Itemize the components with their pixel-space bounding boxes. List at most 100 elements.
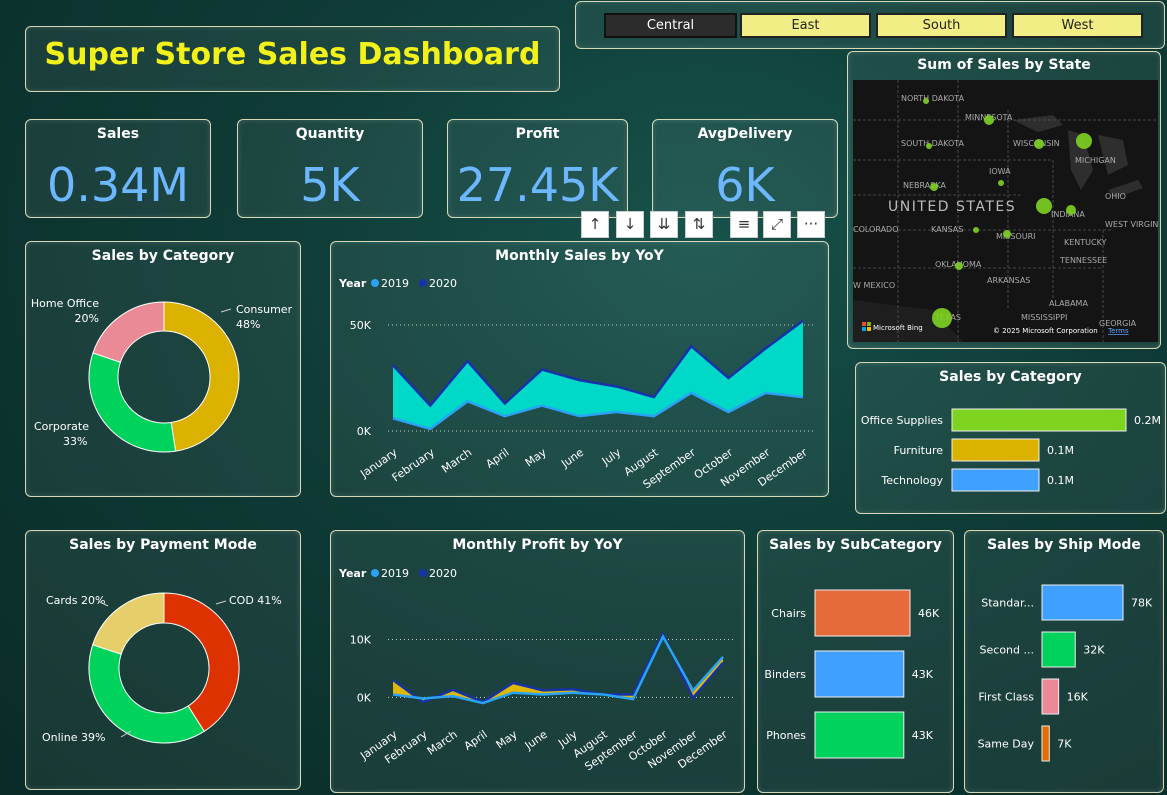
bar[interactable] [814, 650, 905, 698]
state-sales-bubble[interactable] [926, 143, 932, 149]
bar-value-label: 0.2M [1134, 414, 1161, 427]
state-sales-bubble[interactable] [955, 262, 963, 270]
map-attribution: Microsoft Bing [873, 324, 923, 332]
arrow-down-icon[interactable]: ↓ [616, 211, 644, 238]
donut-slice[interactable] [88, 352, 177, 453]
bar[interactable] [814, 589, 911, 637]
kpi-label: Profit [515, 126, 560, 142]
y-tick: 0K [357, 425, 372, 438]
donut-pct-consumer: 48% [236, 318, 260, 331]
state-sales-bubble[interactable] [923, 98, 929, 104]
legend-item[interactable]: 2020 [429, 567, 457, 580]
state-sales-bubble[interactable] [1003, 230, 1011, 238]
slicer-option-west[interactable]: West [1012, 13, 1143, 38]
ship-mode-bar-chart: Standar... 78K Second ... 32K First Class 16K… [978, 584, 1153, 762]
map-place-label: W MEXICO [853, 281, 895, 290]
map-place-label: ALABAMA [1049, 299, 1088, 308]
legend-title: Year [338, 277, 367, 290]
bar[interactable] [951, 408, 1127, 432]
legend-item[interactable]: 2020 [429, 277, 457, 290]
bar-value-label: 0.1M [1047, 444, 1074, 457]
kpi-value: 5K [300, 158, 360, 212]
dashboard-title: Super Store Sales Dashboard [44, 37, 541, 72]
bar-value-label: 32K [1083, 644, 1105, 657]
arrow-up-icon[interactable]: ↑ [581, 211, 609, 238]
more-options-icon[interactable]: ··· [797, 211, 825, 238]
sales-map[interactable]: NORTH DAKOTAMINNESOTASOUTH DAKOTAWISCONS… [853, 80, 1158, 342]
donut-slice[interactable] [163, 301, 240, 452]
state-sales-bubble[interactable] [1036, 198, 1052, 214]
x-tick: July [599, 446, 624, 469]
donut-slice[interactable] [88, 644, 205, 744]
bar-category-label: First Class [978, 691, 1034, 704]
bar-value-label: 43K [912, 729, 934, 742]
filter-icon[interactable]: ≡ [730, 211, 758, 238]
state-sales-bubble[interactable] [973, 227, 979, 233]
slicer-option-east[interactable]: East [740, 13, 871, 38]
map-place-label: MISSISSIPPI [1021, 313, 1067, 322]
category-donut-chart: Consumer 48% Home Office 20% Corporate 33% [31, 297, 293, 453]
bar[interactable] [1041, 678, 1060, 715]
legend-dot [419, 569, 427, 577]
bar[interactable] [951, 468, 1040, 492]
kpi-card-quantity: Quantity 5K [237, 119, 423, 218]
map-copyright: © 2025 Microsoft Corporation [993, 327, 1098, 335]
state-sales-bubble[interactable] [998, 180, 1004, 186]
bar[interactable] [1041, 631, 1076, 668]
kpi-value: 27.45K [456, 158, 619, 212]
state-sales-bubble[interactable] [930, 183, 938, 191]
map-place-label: KANSAS [931, 225, 963, 234]
state-sales-bubble[interactable] [1076, 133, 1092, 149]
bar-category-label: Furniture [894, 444, 944, 457]
bar-category-label: Standar... [981, 597, 1034, 610]
slicer-option-central[interactable]: Central [604, 13, 737, 38]
state-sales-bubble[interactable] [1034, 139, 1044, 149]
bar-value-label: 16K [1067, 691, 1089, 704]
bar[interactable] [1041, 584, 1124, 621]
map-place-label: IOWA [989, 167, 1011, 176]
x-tick: May [494, 728, 520, 752]
map-place-label: NEBRASKA [903, 181, 946, 190]
x-tick: June [558, 446, 586, 471]
donut-slice[interactable] [163, 592, 240, 733]
x-tick: February [390, 446, 438, 485]
monthly-profit-card: Monthly Profit by YoY Year 2019 2020 10K 0K J… [330, 530, 745, 793]
bar[interactable] [951, 438, 1040, 462]
bar[interactable] [814, 711, 905, 759]
kpi-card-profit: Profit 27.45K [447, 119, 628, 218]
map-place-label: NORTH DAKOTA [901, 94, 965, 103]
x-tick: April [462, 728, 490, 753]
map-place-label: SOUTH DAKOTA [901, 139, 965, 148]
bar[interactable] [1041, 725, 1050, 762]
legend-item[interactable]: 2019 [381, 567, 409, 580]
leader-line [220, 308, 232, 313]
bar-category-label: Chairs [771, 607, 806, 620]
map-place-label: OHIO [1105, 192, 1126, 201]
kpi-card-avgdelivery: AvgDelivery 6K [652, 119, 838, 218]
state-sales-bubble[interactable] [984, 115, 994, 125]
focus-mode-icon[interactable]: ⤢ [763, 211, 791, 238]
bar-value-label: 0.1M [1047, 474, 1074, 487]
map-place-label: UNITED STATES [888, 199, 1016, 215]
map-terms-link[interactable]: Terms [1107, 327, 1129, 335]
pay-label-cards: Cards 20% [46, 594, 105, 607]
monthly-sales-card: Monthly Sales by YoY Year 2019 2020 50K 0K Ja… [330, 241, 829, 497]
legend-item[interactable]: 2019 [381, 277, 409, 290]
map-place-label: MICHIGAN [1075, 156, 1116, 165]
bar-value-label: 78K [1131, 597, 1153, 610]
bing-logo-square [867, 327, 871, 331]
x-tick: May [523, 446, 549, 470]
slicer-option-south[interactable]: South [876, 13, 1007, 38]
legend-title: Year [338, 567, 367, 580]
double-arrow-down-icon[interactable]: ⇊ [650, 211, 678, 238]
map-place-label: ARKANSAS [987, 276, 1030, 285]
donut-slice[interactable] [92, 301, 165, 363]
state-sales-bubble[interactable] [932, 308, 952, 328]
ship-mode-card: Sales by Ship Mode Standar... 78K Second .… [964, 530, 1164, 793]
map-place-label: COLORADO [853, 225, 899, 234]
bar-category-label: Binders [764, 668, 806, 681]
state-sales-bubble[interactable] [1066, 205, 1076, 215]
bar-category-label: Office Supplies [861, 414, 943, 427]
expand-hierarchy-icon[interactable]: ⇅ [685, 211, 713, 238]
donut-label-corporate: Corporate [34, 420, 89, 433]
